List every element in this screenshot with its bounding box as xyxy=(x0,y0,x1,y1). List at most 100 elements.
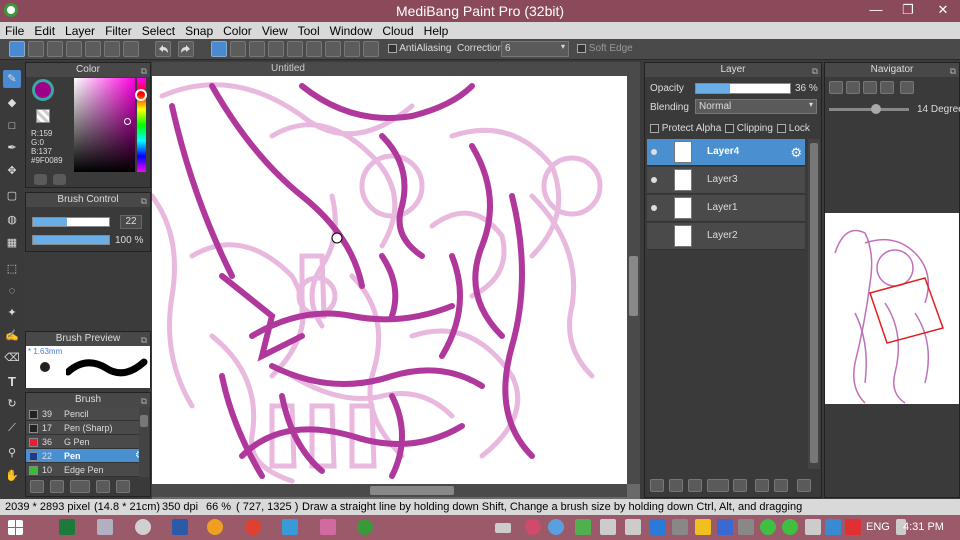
circle-snap-icon[interactable] xyxy=(306,41,322,57)
hue-slider-handle[interactable] xyxy=(135,89,147,101)
delete-layer-icon[interactable] xyxy=(797,479,811,492)
brush-size-value[interactable]: 22 xyxy=(120,215,142,229)
rotate-reset-icon[interactable] xyxy=(900,81,914,94)
new-file-icon[interactable] xyxy=(28,41,44,57)
fit-window-icon[interactable] xyxy=(863,81,877,94)
document-icon[interactable] xyxy=(85,41,101,57)
menu-select[interactable]: Select xyxy=(137,22,180,38)
brush-item-pencil[interactable]: 39 Pencil xyxy=(26,407,147,421)
brush-list-scrollbar[interactable] xyxy=(139,407,149,477)
eraser-tool-icon[interactable]: ◆ xyxy=(3,94,21,112)
divide-tool-icon[interactable]: ⟋ xyxy=(3,419,21,437)
duplicate-layer-icon[interactable] xyxy=(755,479,769,492)
layer-row-layer1[interactable]: Layer1 xyxy=(647,195,805,222)
layer-folder-icon[interactable] xyxy=(733,479,747,492)
brush-item-g-pen[interactable]: 36 G Pen xyxy=(26,435,147,449)
popout-icon[interactable]: ⧉ xyxy=(141,394,147,408)
search-tray-icon[interactable] xyxy=(548,519,564,535)
lasso-tool-icon[interactable]: ◌ xyxy=(3,282,21,300)
tray-folder-icon[interactable] xyxy=(695,519,711,535)
menu-filter[interactable]: Filter xyxy=(100,22,137,38)
popout-icon[interactable]: ⧉ xyxy=(141,64,147,78)
panel-icon[interactable] xyxy=(123,41,139,57)
brush-item-edge-pen[interactable]: 10 Edge Pen xyxy=(26,463,147,477)
layer-opacity-slider[interactable] xyxy=(695,83,791,94)
brush-tool-icon[interactable]: ✎ xyxy=(3,70,21,88)
chrome-canary-icon[interactable] xyxy=(207,519,223,535)
capture-icon[interactable] xyxy=(282,519,298,535)
comment-icon[interactable] xyxy=(47,41,63,57)
merge-layer-icon[interactable] xyxy=(774,479,788,492)
clipping-checkbox[interactable] xyxy=(725,123,734,133)
tray-check-icon[interactable] xyxy=(760,519,776,535)
color-palette-icon[interactable] xyxy=(53,174,66,185)
tray-bluetooth-icon[interactable] xyxy=(717,519,733,535)
paint-icon[interactable] xyxy=(135,519,151,535)
tray-network-icon[interactable] xyxy=(805,519,821,535)
eyedropper-icon[interactable]: ⚲ xyxy=(3,444,21,462)
snap-off-icon[interactable] xyxy=(211,41,227,57)
menu-cloud[interactable]: Cloud xyxy=(377,22,418,38)
hand-tool-icon[interactable]: ✋ xyxy=(3,467,21,485)
correction-select[interactable]: 6 ▾ xyxy=(501,41,569,57)
new-layer-icon[interactable] xyxy=(650,479,664,492)
excel-icon[interactable] xyxy=(59,519,75,535)
select-eraser-icon[interactable]: ⌫ xyxy=(3,349,21,367)
protect-alpha-checkbox[interactable] xyxy=(650,123,659,133)
menu-file[interactable]: File xyxy=(0,22,29,38)
perspective-snap-icon[interactable] xyxy=(344,41,360,57)
grid-snap-icon[interactable] xyxy=(249,41,265,57)
select-pen-icon[interactable]: ✍ xyxy=(3,327,21,345)
app-pink-icon[interactable] xyxy=(320,519,336,535)
canvas-horizontal-scrollbar[interactable] xyxy=(152,484,627,497)
navigator-preview[interactable] xyxy=(825,213,959,404)
snap-settings-icon[interactable] xyxy=(363,41,379,57)
lock-checkbox[interactable] xyxy=(777,123,786,133)
menu-tool[interactable]: Tool xyxy=(293,22,325,38)
medibang-taskbar-icon[interactable] xyxy=(357,519,373,535)
transparent-swatch[interactable] xyxy=(36,109,50,123)
menu-layer[interactable]: Layer xyxy=(60,22,100,38)
rotation-slider[interactable] xyxy=(829,104,909,114)
new-layer-1bit-icon[interactable] xyxy=(688,479,702,492)
brush-item-pen[interactable]: 22Pen⚙ xyxy=(26,449,147,463)
menu-view[interactable]: View xyxy=(257,22,293,38)
clock[interactable]: 4:31 PM xyxy=(903,521,944,533)
brush-settings-icon[interactable] xyxy=(50,480,64,493)
popout-icon[interactable]: ⧉ xyxy=(141,333,147,347)
menu-edit[interactable]: Edit xyxy=(29,22,60,38)
visibility-eye-icon[interactable] xyxy=(651,149,657,155)
layer-row-layer2[interactable]: Layer2 xyxy=(647,223,805,250)
brush-document-icon[interactable] xyxy=(96,480,110,493)
rectangle-tool-icon[interactable]: □ xyxy=(3,117,21,135)
popout-icon[interactable]: ⧉ xyxy=(141,194,147,208)
visibility-eye-icon[interactable] xyxy=(651,177,657,183)
antialiasing-checkbox[interactable] xyxy=(388,43,397,53)
layer-row-layer3[interactable]: Layer3 xyxy=(647,167,805,194)
shape-tool-icon[interactable]: ▢ xyxy=(3,187,21,205)
brush-opacity-slider[interactable] xyxy=(32,235,110,245)
language-indicator[interactable]: ENG xyxy=(866,521,890,533)
dot-tool-icon[interactable]: ✒ xyxy=(3,139,21,157)
tray-green-icon[interactable] xyxy=(575,519,591,535)
menu-window[interactable]: Window xyxy=(325,22,378,38)
tray-cloud-icon[interactable] xyxy=(650,519,666,535)
select-tool-icon[interactable]: ⬚ xyxy=(3,260,21,278)
tray-monitor-icon[interactable] xyxy=(672,519,688,535)
brush-menu-icon[interactable] xyxy=(70,480,90,493)
cloud-icon[interactable] xyxy=(9,41,25,57)
soft-edge-checkbox[interactable] xyxy=(577,43,586,53)
popout-icon[interactable]: ⧉ xyxy=(950,64,956,78)
tray-file-icon[interactable] xyxy=(625,519,641,535)
tray-settings-icon[interactable] xyxy=(738,519,754,535)
add-brush-icon[interactable] xyxy=(30,480,44,493)
current-color-swatch[interactable] xyxy=(32,79,54,101)
speech-bubble-icon[interactable] xyxy=(66,41,82,57)
canvas-tab[interactable]: Untitled xyxy=(258,63,318,74)
parallel-snap-icon[interactable] xyxy=(230,41,246,57)
explorer-icon[interactable] xyxy=(97,519,113,535)
brush-size-slider[interactable] xyxy=(32,217,110,227)
operation-tool-icon[interactable]: ↻ xyxy=(3,395,21,413)
canvas-vertical-scrollbar[interactable] xyxy=(627,76,640,484)
actual-size-icon[interactable] xyxy=(880,81,894,94)
